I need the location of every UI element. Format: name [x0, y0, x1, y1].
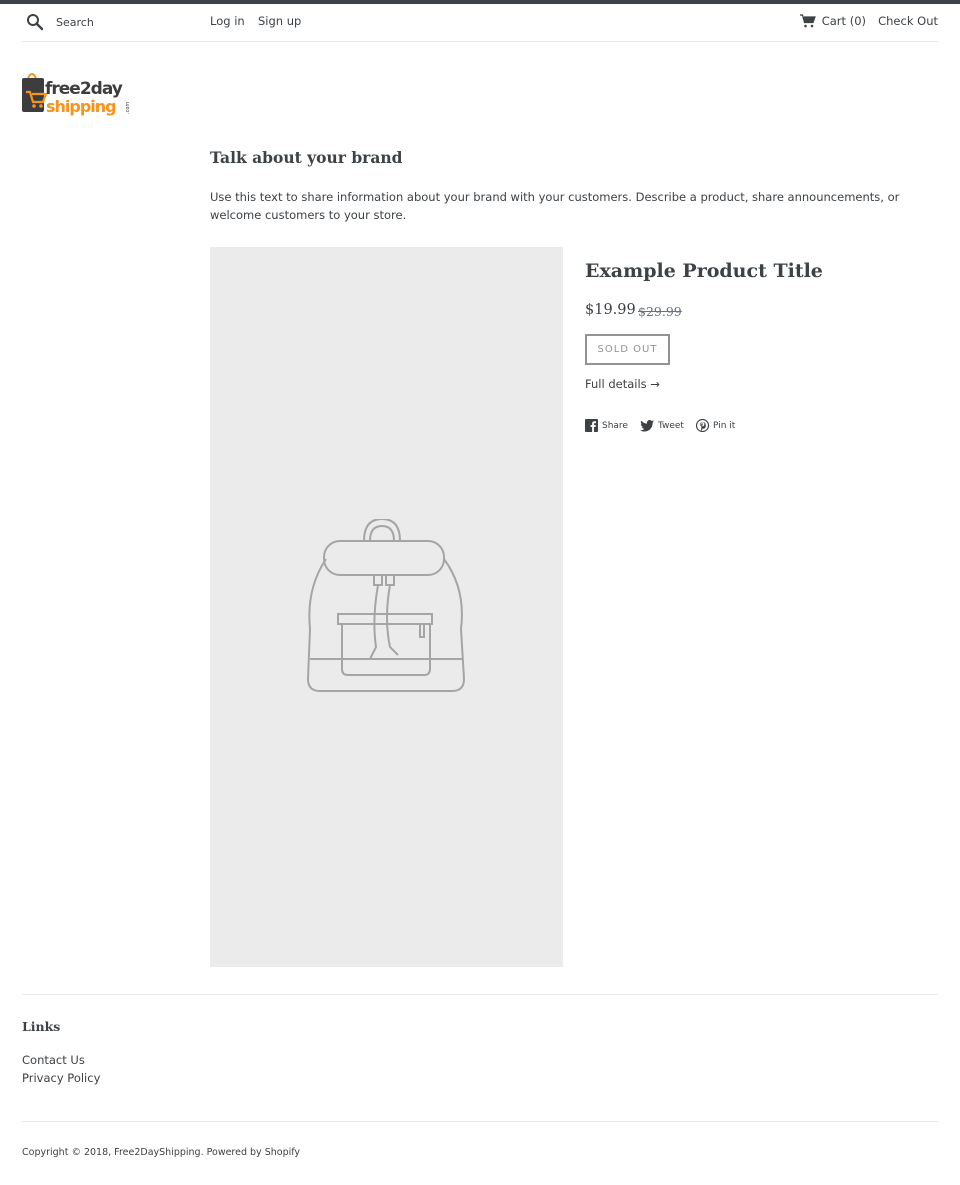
- share-facebook-label: Share: [602, 420, 628, 431]
- store-logo[interactable]: free2day shipping .com: [22, 70, 136, 118]
- footer-link-contact-us[interactable]: Contact Us: [22, 1053, 85, 1067]
- brand-description: Use this text to share information about…: [210, 190, 900, 222]
- site-header: Log in Sign up Cart (0) Check Out: [22, 4, 938, 42]
- footer-link-privacy-policy[interactable]: Privacy Policy: [22, 1071, 100, 1085]
- search-input[interactable]: [56, 12, 206, 32]
- footer-divider: [22, 994, 938, 995]
- share-pinterest-label: Pin it: [712, 420, 736, 431]
- share-twitter-label: Tweet: [657, 420, 684, 431]
- pinterest-icon: [695, 419, 709, 432]
- footer-divider: [22, 1121, 938, 1122]
- full-details-link[interactable]: Full details →: [585, 377, 660, 391]
- facebook-icon: [585, 419, 598, 432]
- product-price: $19.99: [585, 302, 636, 318]
- cart-icon: [799, 14, 816, 28]
- share-facebook-button[interactable]: Share: [585, 419, 628, 432]
- login-link[interactable]: Log in: [210, 14, 245, 28]
- logo-text-line2: shipping: [46, 97, 116, 116]
- twitter-icon: [639, 419, 654, 431]
- share-pinterest-button[interactable]: Pin it: [695, 419, 736, 432]
- product-title: Example Product Title: [585, 260, 823, 282]
- signup-link[interactable]: Sign up: [258, 14, 301, 28]
- product-image[interactable]: [210, 247, 563, 967]
- search-icon[interactable]: [26, 13, 44, 31]
- footer-links-heading: Links: [22, 1019, 61, 1034]
- logo-text-suffix: .com: [125, 102, 131, 114]
- brand-heading: Talk about your brand: [210, 148, 403, 167]
- sold-out-button[interactable]: SOLD OUT: [585, 334, 670, 365]
- cart-label: Cart (0): [821, 14, 866, 28]
- cart-link[interactable]: Cart (0): [799, 14, 866, 28]
- share-twitter-button[interactable]: Tweet: [639, 419, 684, 432]
- checkout-link[interactable]: Check Out: [878, 14, 938, 28]
- logo-text-line1: free2day: [45, 79, 123, 99]
- social-share-row: Share Tweet Pin it: [585, 419, 747, 432]
- copyright-text: Copyright © 2018, Free2DayShipping. Powe…: [22, 1147, 301, 1158]
- product-compare-price: $29.99: [638, 304, 682, 319]
- backpack-placeholder-icon: [306, 519, 466, 692]
